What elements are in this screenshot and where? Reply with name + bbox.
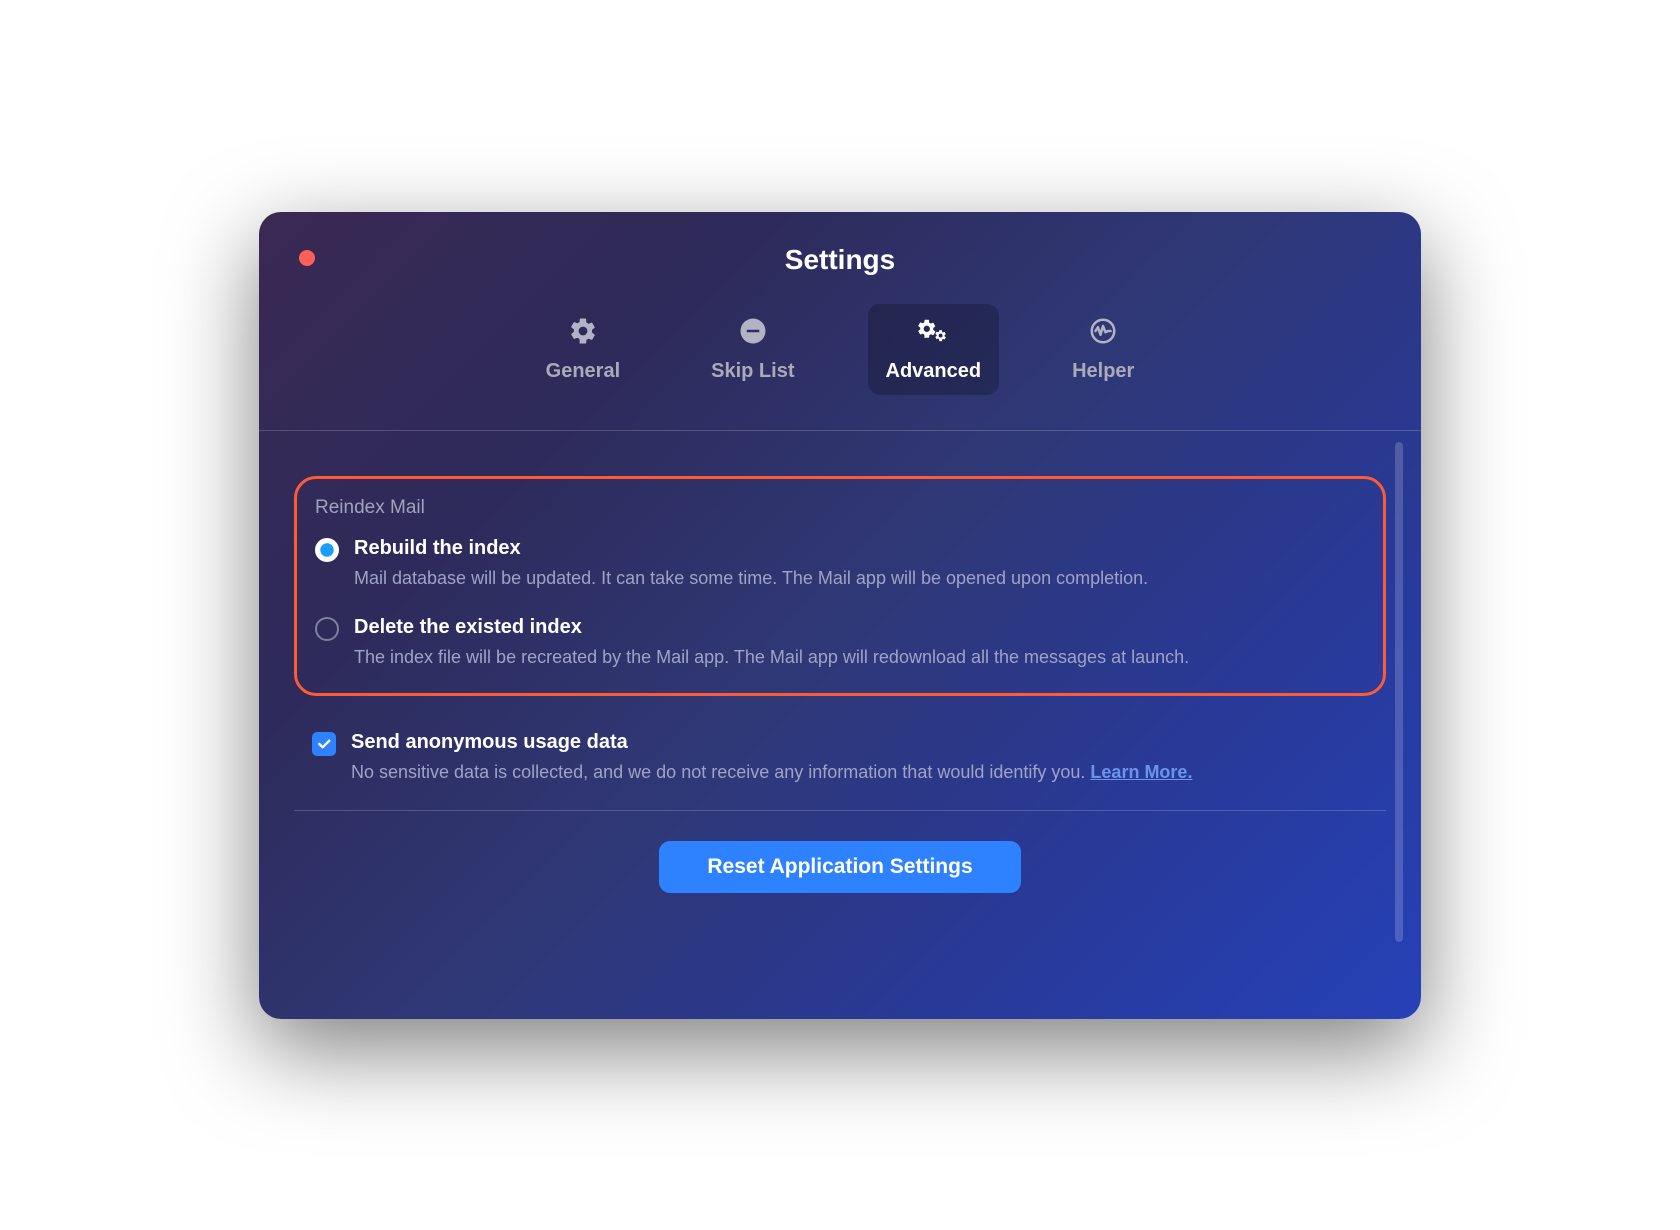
radio-delete[interactable] — [315, 617, 339, 641]
learn-more-link[interactable]: Learn More. — [1090, 762, 1192, 782]
minus-circle-icon — [738, 316, 768, 351]
gear-icon — [568, 316, 598, 351]
option-desc: No sensitive data is collected, and we d… — [351, 759, 1386, 786]
option-delete[interactable]: Delete the existed index The index file … — [315, 616, 1365, 671]
reindex-highlight: Reindex Mail Rebuild the index Mail data… — [294, 476, 1386, 696]
option-desc: The index file will be recreated by the … — [354, 644, 1365, 671]
option-title: Delete the existed index — [354, 616, 1365, 639]
section-title-reindex: Reindex Mail — [315, 497, 1365, 519]
option-title: Rebuild the index — [354, 537, 1365, 560]
usage-desc-text: No sensitive data is collected, and we d… — [351, 762, 1090, 782]
close-button[interactable] — [299, 250, 315, 266]
reset-button[interactable]: Reset Application Settings — [659, 841, 1020, 893]
tab-bar: General Skip List Advanced — [259, 304, 1421, 431]
option-desc: Mail database will be updated. It can ta… — [354, 565, 1365, 592]
divider — [294, 810, 1386, 811]
radio-rebuild[interactable] — [315, 538, 339, 562]
option-text: Rebuild the index Mail database will be … — [354, 537, 1365, 592]
settings-window: Settings General Skip List — [259, 212, 1421, 1019]
tab-label: Advanced — [886, 360, 982, 383]
scrollbar[interactable] — [1395, 442, 1403, 942]
activity-circle-icon — [1088, 316, 1118, 351]
checkbox-usage[interactable] — [312, 732, 336, 756]
content-area: Reindex Mail Rebuild the index Mail data… — [259, 431, 1421, 986]
option-text: Send anonymous usage data No sensitive d… — [351, 731, 1386, 786]
tab-skip-list[interactable]: Skip List — [693, 304, 812, 395]
tab-label: General — [546, 360, 620, 383]
option-usage-data[interactable]: Send anonymous usage data No sensitive d… — [294, 731, 1386, 786]
tab-helper[interactable]: Helper — [1054, 304, 1152, 395]
check-icon — [316, 736, 332, 752]
tab-label: Helper — [1072, 360, 1134, 383]
tab-label: Skip List — [711, 360, 794, 383]
window-title: Settings — [259, 212, 1421, 276]
gears-icon — [916, 316, 950, 351]
option-text: Delete the existed index The index file … — [354, 616, 1365, 671]
option-rebuild[interactable]: Rebuild the index Mail database will be … — [315, 537, 1365, 592]
tab-general[interactable]: General — [528, 304, 638, 395]
option-title: Send anonymous usage data — [351, 731, 1386, 754]
tab-advanced[interactable]: Advanced — [868, 304, 1000, 395]
